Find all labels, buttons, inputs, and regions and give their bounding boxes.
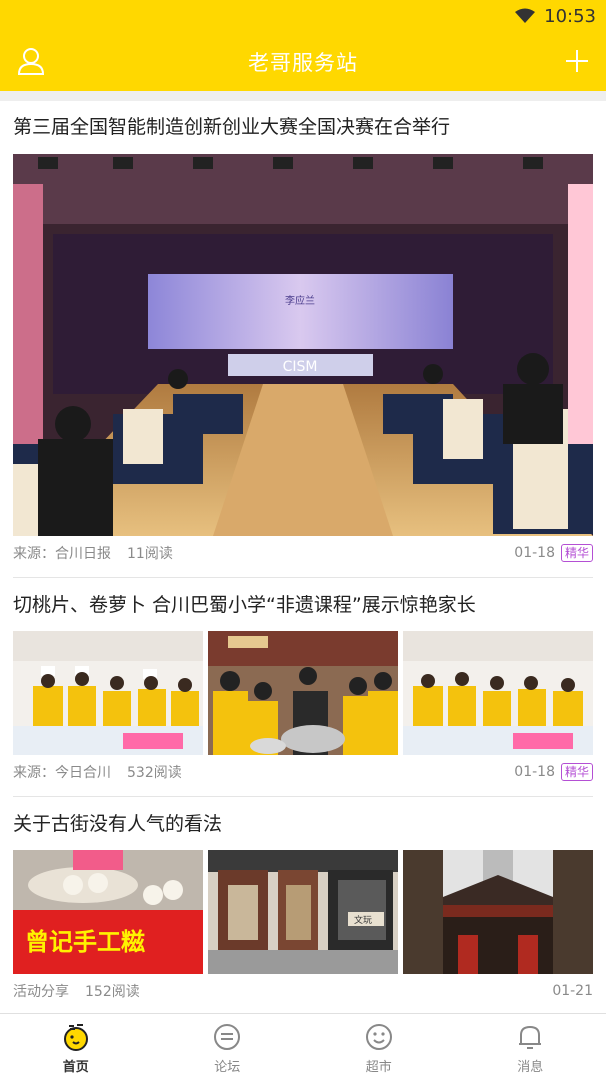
article-meta: 来源：合川日报 11阅读 01-18 精华 (13, 542, 593, 564)
article-views: 532阅读 (127, 765, 182, 781)
divider (13, 577, 593, 578)
featured-badge: 精华 (560, 544, 593, 562)
home-icon (63, 1024, 88, 1051)
plus-icon[interactable] (562, 46, 592, 76)
forum-icon (214, 1024, 241, 1050)
shop-sign-text: 文玩 (354, 914, 372, 926)
stage-logo-text: CISM (283, 359, 318, 375)
stage-speaker-name: 李应兰 (285, 294, 315, 307)
message-icon (519, 1025, 542, 1049)
article-meta: 活动分享 152阅读 01-21 (13, 980, 593, 1002)
article-views: 11阅读 (127, 546, 173, 562)
old-street-gate-photo[interactable] (403, 850, 593, 974)
article-source: 活动分享 (13, 984, 69, 1000)
featured-badge: 精华 (560, 763, 593, 781)
tab-messages[interactable]: 消息 (455, 1014, 606, 1080)
user-icon[interactable] (16, 46, 46, 76)
students-steamer-photo[interactable] (208, 631, 398, 755)
app-bar: 老哥服务站 (0, 32, 606, 91)
bottom-tab-bar: 首页 论坛 超市 消息 (0, 1013, 606, 1080)
divider (13, 796, 593, 797)
page-title: 老哥服务站 (248, 50, 358, 75)
street-food-stall-photo[interactable]: 曾记手工糍 (13, 850, 203, 974)
article-title[interactable]: 切桃片、卷萝卜 合川巴蜀小学“非遗课程”展示惊艳家长 (13, 590, 593, 620)
article-card[interactable]: 切桃片、卷萝卜 合川巴蜀小学“非遗课程”展示惊艳家长 (13, 590, 593, 620)
article-card[interactable]: 第三届全国智能制造创新创业大赛全国决赛在合举行 (13, 112, 593, 142)
article-date: 01-18 (514, 764, 555, 780)
conference-hall-photo[interactable]: 李应兰 CISM (13, 154, 593, 536)
header-divider (0, 91, 606, 101)
food-stall-sign-text: 曾记手工糍 (25, 928, 145, 956)
tab-label: 超市 (365, 1060, 392, 1075)
students-cooking-photo-2[interactable] (403, 631, 593, 755)
tab-market[interactable]: 超市 (303, 1014, 455, 1080)
tab-forum[interactable]: 论坛 (152, 1014, 304, 1080)
article-title[interactable]: 关于古街没有人气的看法 (13, 809, 593, 839)
students-cooking-photo-1[interactable] (13, 631, 203, 755)
article-title[interactable]: 第三届全国智能制造创新创业大赛全国决赛在合举行 (13, 112, 593, 142)
tab-label: 消息 (517, 1060, 544, 1075)
news-feed[interactable]: 第三届全国智能制造创新创业大赛全国决赛在合举行 李应兰 CISM 来源：合川日报… (0, 101, 606, 1013)
article-date: 01-21 (552, 983, 593, 999)
article-source: 来源：合川日报 (13, 546, 111, 562)
article-card[interactable]: 关于古街没有人气的看法 (13, 809, 593, 839)
status-bar: 10:53 (0, 0, 606, 32)
article-meta: 来源：今日合川 532阅读 01-18 精华 (13, 761, 593, 783)
tab-home[interactable]: 首页 (0, 1014, 152, 1080)
tab-label: 首页 (62, 1060, 89, 1075)
wifi-icon (515, 8, 536, 23)
market-icon (365, 1024, 392, 1050)
article-date: 01-18 (514, 545, 555, 561)
status-time: 10:53 (544, 5, 596, 27)
shop-front-photo[interactable]: 文玩 (208, 850, 398, 974)
tab-label: 论坛 (214, 1060, 241, 1075)
article-views: 152阅读 (85, 984, 140, 1000)
article-source: 来源：今日合川 (13, 765, 111, 781)
